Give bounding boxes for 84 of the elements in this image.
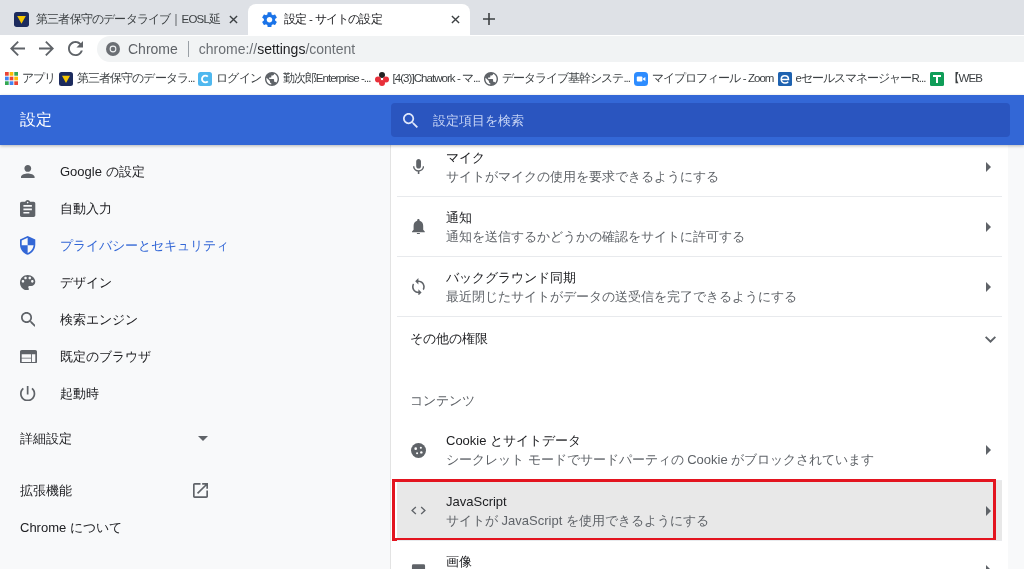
address-field[interactable]: Chrome chrome://settings/content xyxy=(97,35,1024,62)
setting-description: 通知を送信するかどうかの確認をサイトに許可する xyxy=(446,227,745,246)
palette-icon xyxy=(20,274,36,291)
globe-icon xyxy=(483,71,498,86)
browser-tab[interactable]: 設定 - サイトの設定 xyxy=(248,4,471,35)
close-icon xyxy=(451,15,461,24)
arrow-right-icon xyxy=(986,161,991,172)
arrow-right-icon xyxy=(986,221,991,232)
bookmark-link[interactable]: アプリ xyxy=(3,66,58,91)
c-logo-icon xyxy=(198,71,213,86)
bookmark-link[interactable]: 【WEB xyxy=(927,66,984,91)
settings-row[interactable]: 画像 xyxy=(397,540,1002,569)
back-arrow-icon xyxy=(9,41,25,56)
page-title: 設定 xyxy=(20,110,52,128)
globe-icon xyxy=(264,71,279,86)
arrow-right-icon xyxy=(986,281,991,292)
section-heading: コンテンツ xyxy=(410,393,475,408)
arrow-right-icon xyxy=(986,505,991,516)
shield-icon xyxy=(20,236,36,255)
apps-grid-icon xyxy=(5,72,18,85)
clipboard-icon xyxy=(20,200,36,217)
url-text: chrome://settings/content xyxy=(198,40,356,57)
more-permissions-toggle[interactable]: その他の権限 xyxy=(397,316,1002,361)
nav-link[interactable]: 検索エンジン xyxy=(0,301,138,338)
bookmark-link[interactable]: ログイン xyxy=(196,66,263,91)
search-icon xyxy=(20,312,36,327)
close-icon xyxy=(229,15,239,24)
setting-title: マイク xyxy=(446,148,485,167)
bookmark-link[interactable]: eセールスマネージャーR... xyxy=(775,66,928,91)
bookmark-link[interactable]: マイプロフィール - Zoom xyxy=(632,66,776,91)
person-icon xyxy=(21,164,35,179)
cookie-icon xyxy=(411,442,426,458)
search-icon xyxy=(403,113,418,128)
page-chip-label: Chrome xyxy=(128,40,178,57)
plus-icon xyxy=(483,12,496,25)
settings-row[interactable]: Cookie とサイトデータ シークレット モードでサードパーティの Cookie がブロックされています xyxy=(397,420,1002,480)
search-field[interactable]: 設定項目を検索 xyxy=(391,103,1010,137)
code-brackets-icon xyxy=(411,506,426,515)
e-logo-icon xyxy=(777,71,792,86)
setting-description: サイトがマイクの使用を要求できるようにする xyxy=(446,167,719,186)
reload-icon xyxy=(67,41,83,56)
setting-title: JavaScript xyxy=(446,492,507,511)
microphone-icon xyxy=(412,158,425,175)
circle-logo-icon xyxy=(106,41,120,56)
arrow-right-icon xyxy=(986,565,991,569)
browser-window-icon xyxy=(19,349,37,364)
setting-title: バックグラウンド同期 xyxy=(446,268,576,287)
bookmark-link[interactable]: データライブ基幹システ... xyxy=(481,66,633,91)
extensions-link[interactable]: 拡張機能 xyxy=(20,472,208,509)
setting-description: 最近閉じたサイトがデータの送受信を完了できるようにする xyxy=(446,287,797,306)
about-link[interactable]: Chrome について xyxy=(20,509,208,546)
setting-description: シークレット モードでサードパーティの Cookie がブロックされています xyxy=(446,451,875,469)
bookmark-link[interactable]: 第三者保守のデータラ... xyxy=(57,66,197,91)
arrow-right-icon xyxy=(986,445,991,455)
settings-row[interactable]: 通知 通知を送信するかどうかの確認をサイトに許可する xyxy=(397,196,1002,256)
video-camera-icon xyxy=(634,71,649,86)
nav-link[interactable]: 自動入力 xyxy=(0,190,112,227)
setting-title: 通知 xyxy=(446,208,472,227)
bookmark-link[interactable]: 勤次郎Enterprise -... xyxy=(262,66,373,91)
gear-icon xyxy=(262,11,278,28)
setting-title: 画像 xyxy=(446,553,472,569)
browser-tab[interactable]: 第三者保守のデータライブ｜EOSL延 xyxy=(0,4,249,35)
nav-link[interactable]: プライバシーとセキュリティ xyxy=(0,227,229,264)
t-logo-icon xyxy=(929,71,944,86)
power-icon xyxy=(20,385,36,402)
image-icon xyxy=(411,564,426,569)
v-logo-icon xyxy=(59,71,74,86)
advanced-settings-toggle[interactable]: 詳細設定 xyxy=(20,420,208,457)
nav-link[interactable]: デザイン xyxy=(0,264,112,301)
nav-link[interactable]: Google の設定 xyxy=(0,153,145,190)
nav-link[interactable]: 既定のブラウザ xyxy=(0,338,151,375)
sync-icon xyxy=(412,277,425,296)
setting-title: Cookie とサイトデータ xyxy=(446,432,582,450)
forward-arrow-icon xyxy=(38,41,54,56)
bell-icon xyxy=(412,218,425,235)
settings-row[interactable]: バックグラウンド同期 最近閉じたサイトがデータの送受信を完了できるようにする xyxy=(397,256,1002,316)
settings-row[interactable]: マイク サイトがマイクの使用を要求できるようにする xyxy=(397,145,1002,196)
new-tab-button[interactable] xyxy=(483,12,496,25)
setting-description: サイトが JavaScript を使用できるようにする xyxy=(446,511,709,530)
nav-link[interactable]: 起動時 xyxy=(0,375,99,412)
v-logo-icon xyxy=(14,12,29,27)
flower-logo-icon xyxy=(374,71,389,86)
external-link-icon xyxy=(193,483,208,498)
bookmark-link[interactable]: [4(3)]Chatwork - マ... xyxy=(372,66,482,91)
